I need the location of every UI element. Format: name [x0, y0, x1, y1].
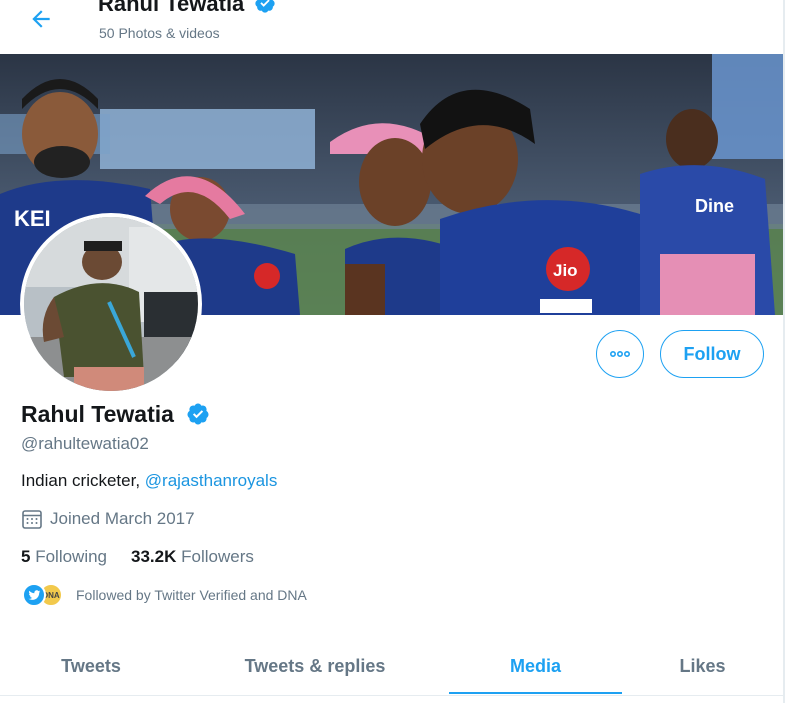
page-border — [783, 0, 785, 703]
banner-jersey-text-left: KEI — [14, 206, 51, 231]
following-label: Following — [35, 547, 108, 566]
bio-text: Indian cricketer, — [21, 471, 145, 490]
banner-jersey-text-right: Dine — [695, 196, 734, 216]
tab-tweets[interactable]: Tweets — [0, 636, 182, 696]
avatar-photo — [24, 217, 198, 391]
banner-jersey-sponsor: Jio — [553, 261, 578, 280]
back-arrow-icon[interactable] — [28, 6, 54, 32]
profile-bio: Indian cricketer, @rajasthanroyals — [21, 471, 277, 491]
avatar[interactable] — [20, 213, 202, 395]
tab-likes[interactable]: Likes — [622, 636, 783, 696]
followers-link[interactable]: 33.2K Followers — [131, 547, 254, 566]
header-title: Rahul Tewatia — [98, 0, 276, 17]
followed-by[interactable]: DNA Followed by Twitter Verified and DNA — [22, 583, 307, 607]
followers-label: Followers — [181, 547, 254, 566]
profile-name: Rahul Tewatia — [21, 401, 210, 428]
calendar-icon — [22, 510, 42, 529]
following-link[interactable]: 5 Following — [21, 547, 107, 566]
follow-stats: 5 Following 33.2K Followers — [21, 547, 254, 567]
tabs-divider — [0, 695, 783, 696]
header-title-text: Rahul Tewatia — [98, 0, 245, 16]
followers-count: 33.2K — [131, 547, 177, 566]
followed-by-text: Followed by Twitter Verified and DNA — [76, 587, 307, 603]
profile-handle: @rahultewatia02 — [21, 434, 149, 453]
joined-date: Joined March 2017 — [21, 508, 195, 530]
verified-badge-icon — [255, 0, 276, 13]
profile-name-text: Rahul Tewatia — [21, 401, 174, 427]
header-subtitle: 50 Photos & videos — [99, 25, 220, 41]
joined-text: Joined March 2017 — [50, 509, 195, 528]
more-options-button[interactable] — [596, 330, 644, 378]
tab-tweets-replies[interactable]: Tweets & replies — [200, 636, 430, 696]
more-horizontal-icon — [609, 351, 630, 358]
twitter-verified-avatar-icon — [22, 583, 46, 607]
verified-badge-icon — [187, 403, 209, 425]
bio-mention-link[interactable]: @rajasthanroyals — [145, 471, 278, 490]
tab-media[interactable]: Media — [449, 636, 622, 696]
following-count: 5 — [21, 547, 31, 566]
profile-header: Rahul Tewatia 50 Photos & videos — [0, 0, 783, 54]
follow-button[interactable]: Follow — [660, 330, 764, 378]
profile-tabs: Tweets Tweets & replies Media Likes — [0, 636, 783, 696]
